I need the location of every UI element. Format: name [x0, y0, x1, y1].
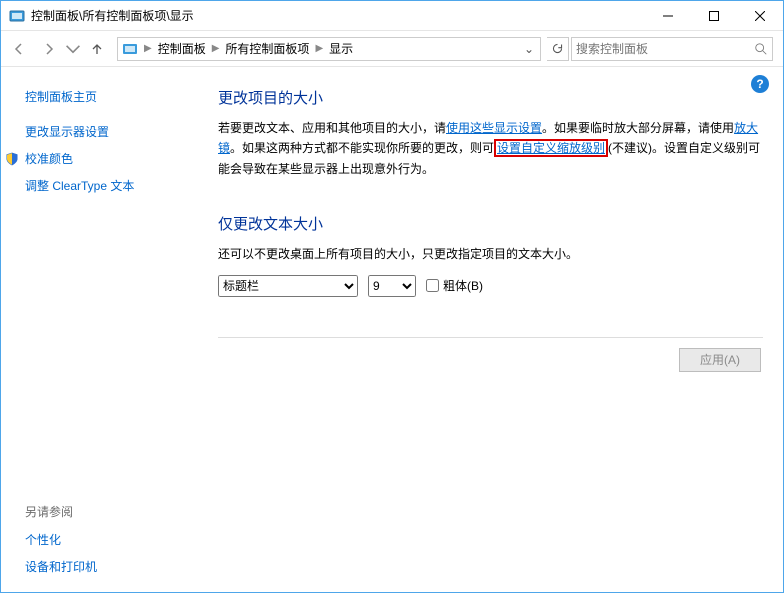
- link-display-settings[interactable]: 使用这些显示设置: [446, 121, 542, 135]
- size-select[interactable]: 9: [368, 275, 416, 297]
- section2-title: 仅更改文本大小: [218, 213, 763, 234]
- sidebar-home[interactable]: 控制面板主页: [25, 83, 188, 110]
- breadcrumb-leaf[interactable]: 显示: [325, 40, 357, 57]
- search-icon: [754, 42, 768, 56]
- see-also-devices-printers[interactable]: 设备和打印机: [25, 553, 188, 580]
- minimize-button[interactable]: [645, 1, 691, 31]
- chevron-right-icon[interactable]: ▶: [142, 43, 154, 54]
- control-panel-icon: [122, 41, 138, 57]
- text: 若要更改文本、应用和其他项目的大小，请: [218, 121, 446, 135]
- close-button[interactable]: [737, 1, 783, 31]
- sidebar-item-label[interactable]: 校准颜色: [25, 145, 73, 172]
- bold-checkbox[interactable]: [426, 279, 439, 292]
- section2-paragraph: 还可以不更改桌面上所有项目的大小，只更改指定项目的文本大小。: [218, 244, 763, 264]
- text-size-controls: 标题栏 9 粗体(B): [218, 275, 763, 297]
- bold-label: 粗体(B): [443, 277, 483, 294]
- item-select[interactable]: 标题栏: [218, 275, 358, 297]
- maximize-button[interactable]: [691, 1, 737, 31]
- text: 。如果这两种方式都不能实现你所要的更改，则可: [230, 141, 494, 155]
- breadcrumb-mid[interactable]: 所有控制面板项: [221, 40, 313, 57]
- shield-icon: [5, 152, 19, 166]
- recent-locations-button[interactable]: [65, 35, 81, 63]
- address-dropdown[interactable]: ⌄: [520, 42, 538, 56]
- refresh-button[interactable]: [547, 37, 569, 61]
- back-button[interactable]: [5, 35, 33, 63]
- chevron-right-icon[interactable]: ▶: [210, 43, 222, 54]
- content: 控制面板主页 更改显示器设置 校准颜色 调整 ClearType 文本 另请参阅…: [1, 67, 783, 592]
- help-icon[interactable]: ?: [751, 75, 769, 93]
- see-also-header: 另请参阅: [25, 497, 188, 526]
- section1-paragraph: 若要更改文本、应用和其他项目的大小，请使用这些显示设置。如果要临时放大部分屏幕，…: [218, 118, 763, 179]
- chevron-right-icon[interactable]: ▶: [313, 43, 325, 54]
- titlebar: 控制面板\所有控制面板项\显示: [1, 1, 783, 31]
- main-pane: ? 更改项目的大小 若要更改文本、应用和其他项目的大小，请使用这些显示设置。如果…: [196, 67, 783, 592]
- sidebar: 控制面板主页 更改显示器设置 校准颜色 调整 ClearType 文本 另请参阅…: [1, 67, 196, 592]
- sidebar-item-cleartype[interactable]: 调整 ClearType 文本: [25, 172, 188, 199]
- window-title: 控制面板\所有控制面板项\显示: [31, 7, 194, 24]
- apply-button[interactable]: 应用(A): [679, 348, 761, 372]
- sidebar-item-label[interactable]: 更改显示器设置: [25, 118, 109, 145]
- text: 。如果要临时放大部分屏幕，请使用: [542, 121, 734, 135]
- navbar: ▶ 控制面板 ▶ 所有控制面板项 ▶ 显示 ⌄: [1, 31, 783, 67]
- address-bar[interactable]: ▶ 控制面板 ▶ 所有控制面板项 ▶ 显示 ⌄: [117, 37, 541, 61]
- up-button[interactable]: [83, 35, 111, 63]
- divider: [218, 337, 763, 338]
- section1-title: 更改项目的大小: [218, 87, 763, 108]
- sidebar-item-display-settings[interactable]: 更改显示器设置: [25, 118, 188, 145]
- control-panel-icon: [9, 8, 25, 24]
- forward-button[interactable]: [35, 35, 63, 63]
- search-box[interactable]: [571, 37, 773, 61]
- breadcrumb-root[interactable]: 控制面板: [154, 40, 210, 57]
- search-input[interactable]: [576, 42, 754, 56]
- link-custom-scaling[interactable]: 设置自定义缩放级别: [494, 139, 608, 157]
- sidebar-item-calibrate-color[interactable]: 校准颜色: [25, 145, 188, 172]
- sidebar-item-label[interactable]: 调整 ClearType 文本: [25, 172, 134, 199]
- see-also-personalization[interactable]: 个性化: [25, 526, 188, 553]
- bold-checkbox-label[interactable]: 粗体(B): [426, 277, 483, 294]
